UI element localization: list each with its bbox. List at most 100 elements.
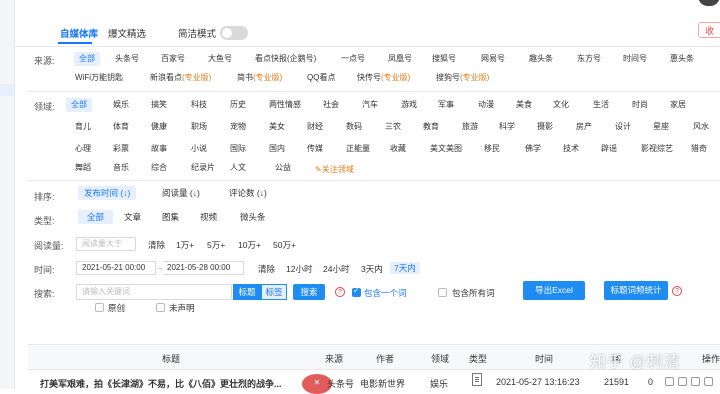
domain-chip[interactable]: 两性情感 — [264, 98, 306, 112]
domain-chip[interactable]: 彩票 — [108, 142, 134, 156]
domain-chip[interactable]: 辟谣 — [596, 142, 622, 156]
domain-chip[interactable]: 综合 — [146, 161, 172, 175]
sort-publish-time[interactable]: 发布时间 (↓) — [78, 186, 137, 200]
domain-chip[interactable]: 时尚 — [627, 98, 653, 112]
domain-chip[interactable]: 心理 — [70, 142, 96, 156]
domain-chip[interactable]: 体育 — [108, 120, 134, 134]
domain-chip[interactable]: 科技 — [186, 98, 212, 112]
end-date-input[interactable]: 2021-05-28 00:00 — [162, 261, 244, 275]
source-chip[interactable]: 看点快报(企鹅号) — [250, 52, 321, 66]
domain-chip[interactable]: 纪录片 — [186, 161, 220, 175]
source-chip[interactable]: 东方号 — [572, 52, 606, 66]
domain-chip[interactable]: 健康 — [146, 120, 172, 134]
source-chip[interactable]: 新浪看点(专业版) — [145, 71, 216, 85]
source-chip[interactable]: 头条号 — [110, 52, 144, 66]
domain-chip[interactable]: 游戏 — [396, 98, 422, 112]
reads-50k[interactable]: 5万+ — [207, 239, 225, 251]
source-chip[interactable]: 惠头条 — [665, 52, 699, 66]
domain-chip[interactable]: 舞蹈 — [70, 161, 96, 175]
domain-chip[interactable]: 移民 — [479, 142, 505, 156]
domain-chip[interactable]: 汽车 — [357, 98, 383, 112]
domain-chip[interactable]: 财经 — [302, 120, 328, 134]
domain-chip[interactable]: 宠物 — [225, 120, 251, 134]
domain-chip[interactable]: 全部 — [66, 98, 92, 112]
search-help-icon[interactable]: ? — [335, 287, 345, 297]
source-chip[interactable]: 搜狐号 — [427, 52, 461, 66]
domain-chip[interactable]: 社会 — [318, 98, 344, 112]
time-7d[interactable]: 7天内 — [390, 262, 420, 274]
domain-chip[interactable]: 国际 — [225, 142, 251, 156]
sort-comments[interactable]: 评论数 (↓) — [229, 186, 267, 200]
domain-chip[interactable]: 历史 — [225, 98, 251, 112]
domain-chip[interactable]: 旅游 — [457, 120, 483, 134]
domain-chip[interactable]: 猎奇 — [686, 142, 712, 156]
domain-chip[interactable]: 文化 — [548, 98, 574, 112]
reads-100k[interactable]: 10万+ — [238, 239, 261, 251]
domain-chip[interactable]: 正能量 — [341, 142, 375, 156]
export-excel-button[interactable]: 导出Excel — [523, 281, 585, 300]
source-chip[interactable]: QQ看点 — [302, 71, 340, 85]
include-all-words-checkbox[interactable] — [438, 288, 447, 297]
title-word-frequency-button[interactable]: 标题词频统计 — [604, 281, 668, 300]
reads-min-input[interactable]: 阅读量大于 — [76, 237, 136, 251]
search-by-title[interactable]: 标题 — [233, 284, 261, 300]
domain-chip[interactable]: 影视综艺 — [636, 142, 678, 156]
type-article[interactable]: 文章 — [124, 210, 141, 224]
undeclared-checkbox[interactable] — [156, 303, 165, 312]
source-chip[interactable]: 搜狗号(专业版) — [431, 71, 494, 85]
include-one-word-checkbox[interactable] — [352, 286, 361, 297]
tab-viral-picks[interactable]: 爆文精选 — [108, 26, 146, 40]
type-gallery[interactable]: 图集 — [162, 210, 179, 224]
domain-chip[interactable]: 音乐 — [108, 161, 134, 175]
row-title-link[interactable]: 打美军艰难，拍《长津湖》不易，比《八佰》更壮烈的战争... — [40, 377, 282, 390]
source-chip[interactable]: 大鱼号 — [203, 52, 237, 66]
time-clear[interactable]: 清除 — [258, 263, 275, 275]
domain-chip[interactable]: 数码 — [341, 120, 367, 134]
source-chip[interactable]: 趣头条 — [524, 52, 558, 66]
domain-chip[interactable]: 故事 — [146, 142, 172, 156]
domain-chip[interactable]: 收藏 — [385, 142, 411, 156]
search-by-tag[interactable]: 标签 — [261, 284, 287, 300]
source-chip[interactable]: 时间号 — [618, 52, 652, 66]
source-chip[interactable]: 一点号 — [336, 52, 370, 66]
type-all[interactable]: 全部 — [78, 210, 114, 224]
domain-chip[interactable]: 小说 — [186, 142, 212, 156]
download-icon[interactable] — [691, 377, 700, 386]
reads-500k[interactable]: 50万+ — [273, 239, 296, 251]
domain-chip[interactable]: 三农 — [380, 120, 406, 134]
domain-chip[interactable]: 星座 — [648, 120, 674, 134]
search-button[interactable]: 搜索 — [293, 284, 325, 300]
domain-chip[interactable]: 设计 — [610, 120, 636, 134]
domain-chip[interactable]: 教育 — [418, 120, 444, 134]
time-3d[interactable]: 3天内 — [361, 263, 383, 275]
time-24h[interactable]: 24小时 — [323, 263, 349, 275]
source-chip[interactable]: 网易号 — [476, 52, 510, 66]
domain-chip[interactable]: 摄影 — [532, 120, 558, 134]
domain-chip[interactable]: 军事 — [433, 98, 459, 112]
original-checkbox[interactable] — [95, 303, 104, 312]
stats-help-icon[interactable]: ? — [672, 286, 682, 296]
domain-chip[interactable]: 佛学 — [520, 142, 546, 156]
search-input[interactable]: 请输入关键词 — [76, 284, 232, 300]
domain-chip[interactable]: 娱乐 — [108, 98, 134, 112]
view-icon[interactable] — [665, 377, 674, 386]
domain-chip[interactable]: 搞笑 — [146, 98, 172, 112]
domain-chip[interactable]: 技术 — [558, 142, 584, 156]
domain-chip[interactable]: 家居 — [665, 98, 691, 112]
source-chip[interactable]: 简书(专业版) — [232, 71, 287, 85]
sort-reads[interactable]: 阅读量 (↓) — [162, 186, 200, 200]
source-chip[interactable]: 全部 — [74, 52, 100, 66]
source-chip[interactable]: 百家号 — [156, 52, 190, 66]
source-chip[interactable]: 凤凰号 — [383, 52, 417, 66]
type-micro-headline[interactable]: 微头条 — [240, 210, 266, 224]
follow-domain-link[interactable]: ✎关注领域 — [310, 163, 359, 177]
domain-chip[interactable]: 育儿 — [70, 120, 96, 134]
domain-chip[interactable]: 国内 — [264, 142, 290, 156]
tab-media-library[interactable]: 自媒体库 — [60, 26, 98, 40]
domain-chip[interactable]: 公益 — [270, 161, 296, 175]
time-12h[interactable]: 12小时 — [286, 263, 312, 275]
domain-chip[interactable]: 人文 — [225, 161, 251, 175]
source-chip[interactable]: 快传号(专业版) — [352, 71, 415, 85]
domain-chip[interactable]: 美文美图 — [425, 142, 467, 156]
domain-chip[interactable]: 美食 — [511, 98, 537, 112]
